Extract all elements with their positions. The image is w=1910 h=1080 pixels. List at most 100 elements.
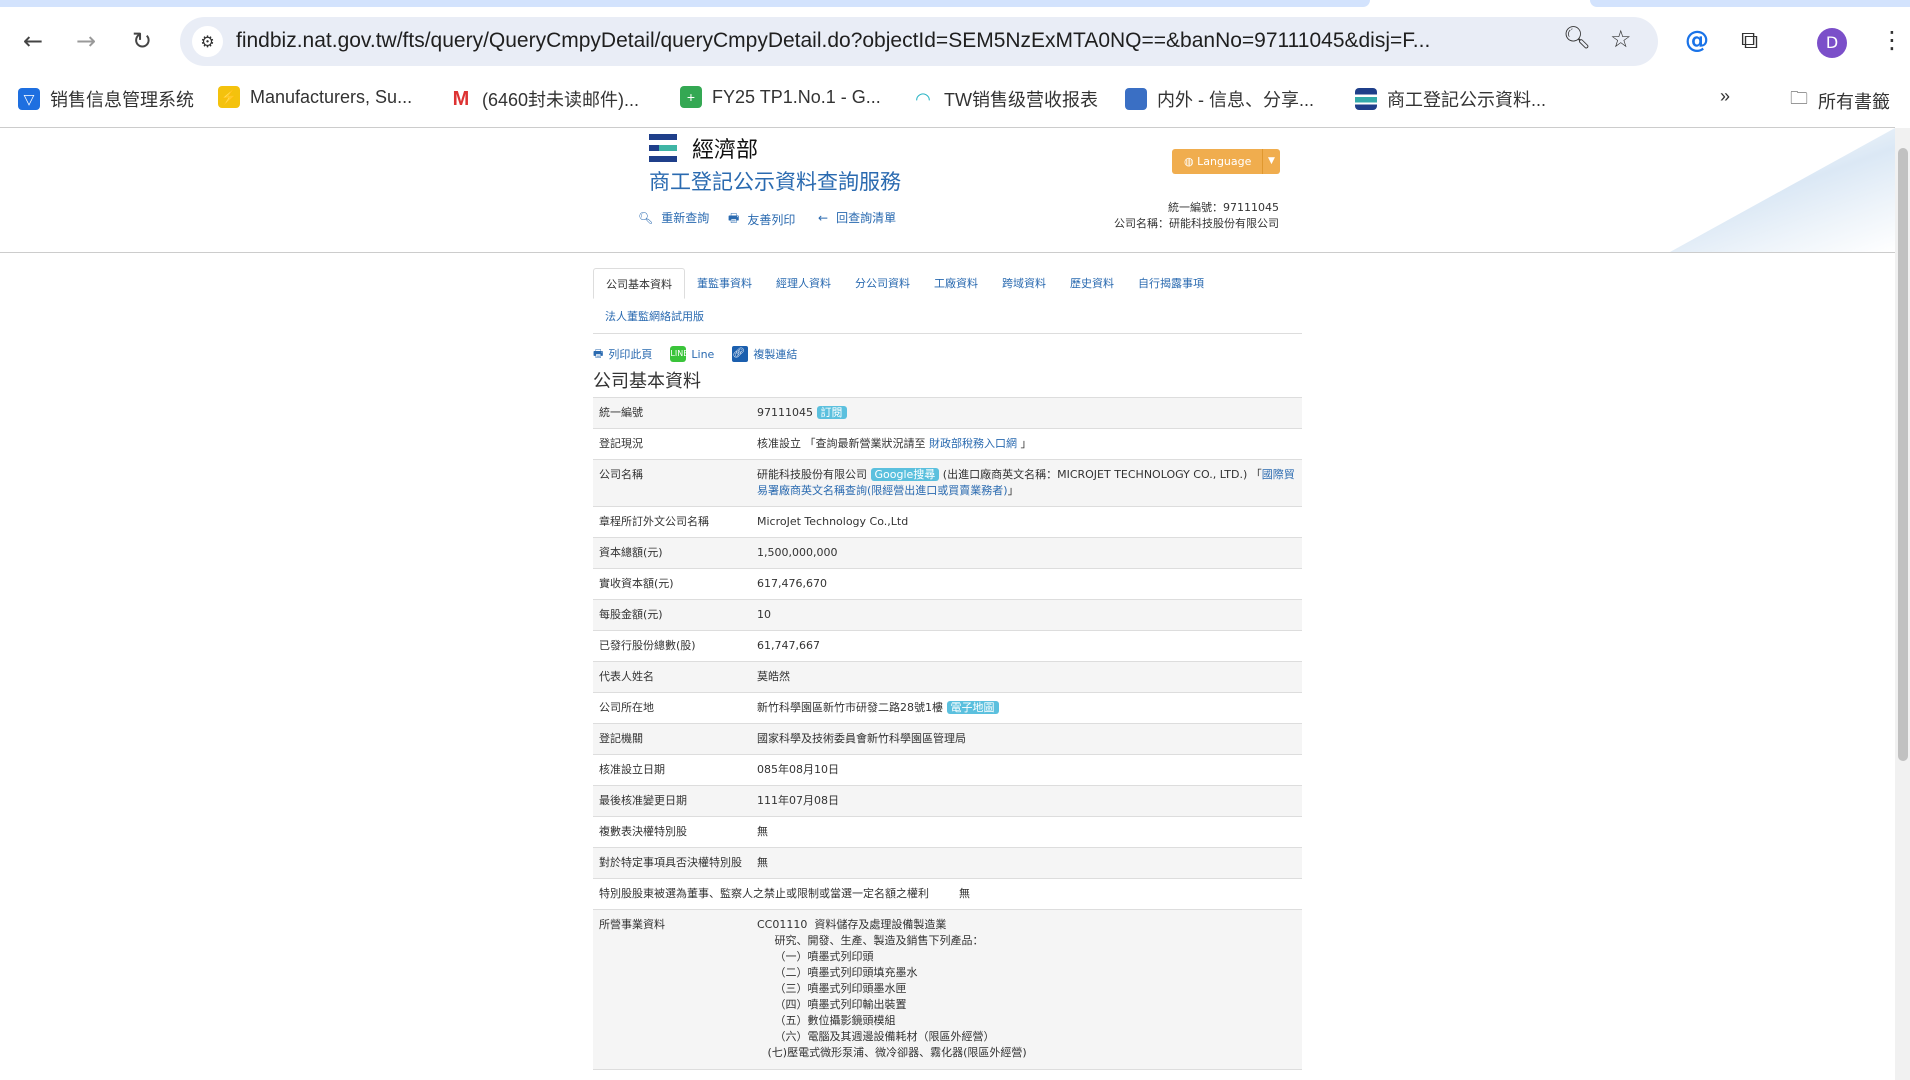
tab-5[interactable]: 跨域資料 (990, 268, 1058, 299)
divider (0, 127, 1895, 128)
row-label-text: 最後核准變更日期 (599, 794, 687, 807)
bookmark[interactable]: ▽ 销售信息管理系统 (18, 86, 194, 112)
row-label-text: 所營事業資料 (599, 918, 665, 931)
table-row: 章程所訂外文公司名稱 MicroJet Technology Co.,Ltd (593, 506, 1302, 538)
search-icon: 🔍︎ (638, 210, 654, 225)
row-value: 617,476,670 (751, 568, 1302, 600)
menu-icon[interactable]: ⋮ (1880, 26, 1904, 54)
divider (0, 252, 1895, 253)
folder-icon: 🗀 (1790, 88, 1808, 108)
row-value: 無 (751, 816, 1302, 848)
row-value: 61,747,667 (751, 630, 1302, 662)
table-row: 登記機關 國家科學及技術委員會新竹科學園區管理局 (593, 723, 1302, 755)
e-map-badge[interactable]: 電子地圖 (946, 701, 999, 714)
row-label-text: 每股金額(元) (599, 608, 663, 621)
url-text[interactable]: findbiz.nat.gov.tw/fts/query/QueryCmpyDe… (236, 29, 1430, 53)
row-label: 登記現況 (593, 428, 751, 460)
bookmark[interactable]: 商工登記公示資料... (1355, 86, 1546, 112)
tab-0[interactable]: 公司基本資料 (593, 268, 685, 299)
tax-portal-link[interactable]: 財政部稅務入口網 (929, 437, 1017, 450)
row-value-text: 無 (959, 887, 970, 900)
table-row: 每股金額(元) 10 (593, 599, 1302, 631)
caret-down-icon[interactable]: ▼ (1262, 149, 1280, 174)
row-label-text: 章程所訂外文公司名稱 (599, 515, 709, 528)
language-button[interactable]: ◍ Language ▼ (1172, 149, 1280, 174)
bookmark-star-icon[interactable]: ☆ (1610, 25, 1632, 53)
back-to-list-link[interactable]: ← 回查詢清單 (818, 209, 896, 226)
reload-icon[interactable]: ↻ (127, 26, 157, 56)
back-icon[interactable]: ← (18, 26, 48, 56)
tab-1[interactable]: 董監事資料 (685, 268, 764, 299)
row-label: 公司所在地 (593, 692, 751, 724)
tab-4[interactable]: 工廠資料 (922, 268, 990, 299)
requery-link[interactable]: 🔍︎ 重新查詢 (638, 209, 709, 226)
table-row: 代表人姓名 莫皓然 (593, 661, 1302, 693)
table-row: 對於特定事項具否決權特別股 無 (593, 847, 1302, 879)
tab-3[interactable]: 分公司資料 (843, 268, 922, 299)
at-extension-icon[interactable]: @ (1685, 26, 1709, 54)
tab-6[interactable]: 歷史資料 (1058, 268, 1126, 299)
tab-bar: 公司基本資料 董監事資料 經理人資料 分公司資料 工廠資料 跨域資料 歷史資料 自行揭露事項法… (593, 268, 1302, 334)
bookmark-label: 内外 - 信息、分享... (1157, 90, 1314, 110)
address-bar[interactable]: ⚙ findbiz.nat.gov.tw/fts/query/QueryCmpy… (180, 17, 1658, 66)
row-label: 每股金額(元) (593, 599, 751, 631)
ban-info: 統一編號：97111045 (1168, 201, 1279, 214)
row-label-text: 複數表決權特別股 (599, 825, 687, 838)
row-label-text: 資本總額(元) (599, 546, 663, 559)
site-settings-icon[interactable]: ⚙ (192, 26, 223, 57)
row-label: 核准設立日期 (593, 754, 751, 786)
table-row: 已發行股份總數(股) 61,747,667 (593, 630, 1302, 662)
tab-2[interactable]: 經理人資料 (764, 268, 843, 299)
all-bookmarks-label: 所有書籤 (1818, 92, 1890, 112)
all-bookmarks[interactable]: 🗀 所有書籤 (1790, 86, 1890, 116)
ministry-name: 經濟部 (692, 138, 759, 163)
row-value: 國家科學及技術委員會新竹科學園區管理局 (751, 723, 1302, 755)
table-row: 特別股股東被選為董事、監察人之禁止或限制或當選一定名額之權利 無 (593, 878, 1302, 910)
row-value-text: 無 (757, 856, 768, 869)
row-label-text: 核准設立日期 (599, 763, 665, 776)
more-bookmarks-icon[interactable]: » (1720, 86, 1730, 107)
line-label: Line (691, 347, 715, 361)
avatar[interactable]: D (1817, 28, 1847, 58)
bookmark-label: FY25 TP1.No.1 - G... (712, 86, 881, 107)
extensions-icon[interactable]: ⧉ (1741, 26, 1758, 54)
subscribe-badge[interactable]: 訂閱 (816, 406, 847, 419)
row-label: 章程所訂外文公司名稱 (593, 506, 751, 538)
row-label: 對於特定事項具否決權特別股 (593, 847, 751, 879)
row-label-text: 公司名稱 (599, 468, 643, 481)
bookmark-label: Manufacturers, Su... (250, 86, 413, 107)
row-value: 085年08月10日 (751, 754, 1302, 786)
business-line: (七)壓電式微形泵浦、微冷卻器、霧化器(限區外經營) (757, 1046, 1027, 1059)
table-row: 公司所在地 新竹科學園區新竹市研發二路28號1樓 電子地圖 (593, 692, 1302, 724)
bookmark[interactable]: ⚡ Manufacturers, Su... (218, 86, 412, 108)
zoom-icon[interactable]: 🔍︎ (1563, 26, 1591, 51)
row-value: 97111045 訂閱 (751, 397, 1302, 429)
bookmark[interactable]: 内外 - 信息、分享... (1125, 86, 1314, 112)
forward-icon[interactable]: → (71, 26, 101, 56)
service-title[interactable]: 商工登記公示資料查詢服務 (649, 166, 901, 196)
row-label: 統一編號 (593, 397, 751, 429)
suffix: 」 (1007, 484, 1019, 497)
copy-link[interactable]: 🔗︎ 複製連結 (732, 346, 797, 362)
tab-8[interactable]: 法人董監網絡試用版 (593, 301, 716, 332)
row-value: 1,500,000,000 (751, 537, 1302, 569)
line-icon: LINE (670, 346, 688, 362)
business-line: CC01110 資料儲存及處理設備製造業 (757, 918, 947, 931)
row-value-text: 國家科學及技術委員會新竹科學園區管理局 (757, 732, 966, 745)
scrollbar-thumb[interactable] (1898, 148, 1908, 761)
lightning-icon: ⚡ (218, 86, 240, 108)
bookmark[interactable]: + FY25 TP1.No.1 - G... (680, 86, 881, 108)
row-value: 研能科技股份有限公司 Google搜尋 (出進口廠商英文名稱：MICROJET … (751, 459, 1302, 507)
line-share-link[interactable]: LINE Line (670, 346, 714, 362)
row-value-text: 617,476,670 (757, 577, 827, 590)
english-name: (出進口廠商英文名稱：MICROJET TECHNOLOGY CO., LTD.… (939, 468, 1262, 481)
row-value: 莫皓然 (751, 661, 1302, 693)
print-icon: 🖶 (728, 211, 740, 225)
tab-7[interactable]: 自行揭露事項 (1126, 268, 1216, 299)
friendly-print-link[interactable]: 🖶 友善列印 (728, 209, 795, 230)
google-search-badge[interactable]: Google搜尋 (870, 468, 940, 481)
bookmark[interactable]: ◠ TW销售级营收报表 (912, 86, 1098, 112)
print-page-link[interactable]: 🖶 列印此頁 (593, 345, 652, 364)
row-value: 核准設立 「查詢最新營業狀況請至 財政部稅務入口網 」 (751, 428, 1302, 460)
bookmark[interactable]: M (6460封未读邮件)... (450, 86, 639, 112)
